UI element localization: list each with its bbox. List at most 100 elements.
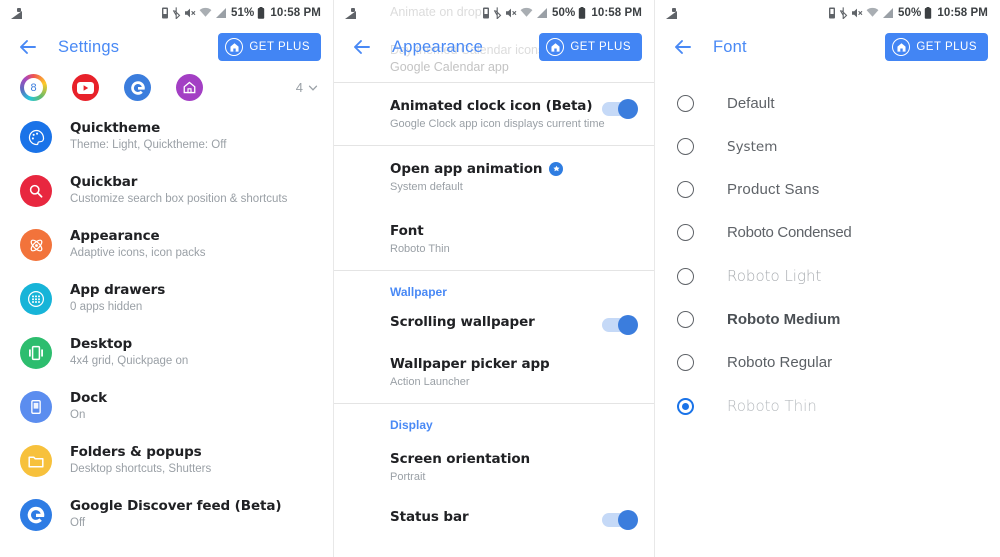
appearance-row-title: Scrolling wallpaper [390, 314, 535, 330]
animated-clock-toggle[interactable] [602, 99, 638, 119]
settings-row-google-discover-feed[interactable]: Google Discover feed (Beta) Off [0, 487, 333, 541]
settings-row-title: Dock [70, 390, 108, 406]
radio-button-icon[interactable] [677, 181, 694, 198]
radio-button-icon[interactable] [677, 311, 694, 328]
vibrate-icon [483, 7, 489, 19]
font-option-roboto-light[interactable]: Roboto Light [655, 254, 1000, 298]
radio-button-icon[interactable] [677, 267, 694, 285]
appearance-row-text: Font Roboto Thin [390, 223, 636, 255]
vibrate-icon [829, 7, 835, 19]
settings-row-dock[interactable]: Dock On [0, 379, 333, 433]
bluetooth-icon [493, 7, 502, 19]
settings-row-app-drawers[interactable]: App drawers 0 apps hidden [0, 271, 333, 325]
signal-icon [216, 8, 226, 18]
section-header-wallpaper: Wallpaper [390, 285, 447, 299]
settings-row-subtitle: Off [70, 517, 86, 529]
appearance-row-subtitle: Action Launcher [390, 376, 470, 388]
font-option-label: Default [727, 95, 775, 112]
font-option-roboto-thin[interactable]: Roboto Thin [655, 384, 1000, 428]
plus-feature-badge-icon [549, 162, 564, 176]
settings-row-quicktheme[interactable]: Quicktheme Theme: Light, Quicktheme: Off [0, 109, 333, 163]
search-icon [20, 175, 52, 207]
settings-list: Quicktheme Theme: Light, Quicktheme: Off… [0, 105, 333, 541]
font-option-label: Roboto Regular [727, 354, 833, 371]
status-bar-left [665, 7, 680, 20]
app-bar-settings: Settings GET PLUS [0, 26, 333, 68]
get-plus-button[interactable]: GET PLUS [885, 33, 988, 61]
notification-glyph-icon [665, 7, 680, 20]
font-option-label: Roboto Medium [727, 311, 841, 328]
signal-icon [883, 8, 893, 18]
font-option-default[interactable]: Default [655, 82, 1000, 125]
radio-button-icon[interactable] [677, 95, 694, 112]
google-icon[interactable] [124, 74, 151, 101]
appearance-row-text: Screen orientation Portrait [390, 451, 636, 483]
settings-row-folders-popups[interactable]: Folders & popups Desktop shortcuts, Shut… [0, 433, 333, 487]
appearance-row-animated-clock-icon[interactable]: Animated clock icon (Beta) Google Clock … [334, 83, 654, 145]
font-option-roboto-medium[interactable]: Roboto Medium [655, 298, 1000, 341]
settings-row-subtitle: Desktop shortcuts, Shutters [70, 463, 212, 475]
status-bar-toggle[interactable] [602, 510, 638, 530]
appearance-row-screen-orientation[interactable]: Screen orientation Portrait [334, 436, 654, 498]
folder-icon [20, 445, 52, 477]
appearance-row-wallpaper-picker-app[interactable]: Wallpaper picker app Action Launcher [334, 341, 654, 403]
appearance-row-subtitle: Portrait [390, 471, 426, 483]
font-option-label: Roboto Thin [727, 397, 817, 415]
appearance-row-text: Animated clock icon (Beta) Google Clock … [390, 98, 605, 130]
font-option-roboto-condensed[interactable]: Roboto Condensed [655, 211, 1000, 254]
get-plus-label: GET PLUS [570, 41, 631, 53]
battery-percent: 51% [231, 7, 255, 19]
font-option-system[interactable]: System [655, 125, 1000, 168]
mute-icon [185, 8, 196, 18]
appearance-row-subtitle: Roboto Thin [390, 243, 450, 255]
settings-row-desktop[interactable]: Desktop 4x4 grid, Quickpage on [0, 325, 333, 379]
back-arrow-icon[interactable] [16, 35, 40, 59]
font-option-product-sans[interactable]: Product Sans [655, 168, 1000, 211]
appearance-row-scrolling-wallpaper[interactable]: Scrolling wallpaper [334, 303, 654, 341]
radio-button-selected-icon[interactable] [677, 397, 694, 415]
appearance-row-title: Open app animation [390, 161, 543, 177]
page-count-value: 4 [295, 80, 303, 95]
page-title: Appearance [392, 37, 483, 56]
atom-icon [20, 229, 52, 261]
battery-icon [925, 7, 932, 19]
status-bar-left [344, 7, 359, 20]
get-plus-button[interactable]: GET PLUS [218, 33, 321, 61]
back-arrow-icon[interactable] [350, 35, 374, 59]
notification-glyph-icon [10, 7, 25, 20]
icon-badge-label: 8 [30, 81, 37, 94]
settings-row-text: Google Discover feed (Beta) Off [70, 496, 282, 529]
home-circle-icon [892, 38, 911, 56]
battery-icon [258, 7, 265, 19]
home-purple-icon[interactable] [176, 74, 203, 101]
youtube-icon[interactable] [72, 74, 99, 101]
status-bar-left [10, 7, 25, 20]
wifi-icon [199, 7, 212, 17]
font-option-label: Roboto Condensed [727, 224, 852, 241]
scrolling-wallpaper-toggle[interactable] [602, 315, 638, 335]
radio-button-icon[interactable] [677, 354, 694, 371]
section-header-display: Display [390, 418, 433, 432]
appearance-row-title: Wallpaper picker app [390, 356, 550, 372]
radio-button-icon[interactable] [677, 138, 694, 155]
app-bar-appearance: Appearance GET PLUS [334, 26, 654, 68]
font-option-roboto-regular[interactable]: Roboto Regular [655, 341, 1000, 384]
panel-settings: 51% 10:58 PM Settings GET PLUS 8 4 Quick… [0, 0, 333, 557]
settings-row-appearance[interactable]: Appearance Adaptive icons, icon packs [0, 217, 333, 271]
settings-row-subtitle: Adaptive icons, icon packs [70, 247, 206, 259]
settings-row-subtitle: Theme: Light, Quicktheme: Off [70, 139, 227, 151]
rainbow-ring-8-icon[interactable]: 8 [20, 74, 47, 101]
page-count-dropdown[interactable]: 4 [296, 80, 319, 95]
appearance-row-subtitle: Google Clock app icon displays current t… [390, 118, 605, 130]
mute-icon [506, 8, 517, 18]
back-arrow-icon[interactable] [671, 35, 695, 59]
radio-button-icon[interactable] [677, 224, 694, 241]
status-bar-clock: 10:58 PM [591, 7, 642, 19]
get-plus-button[interactable]: GET PLUS [539, 33, 642, 61]
settings-row-quickbar[interactable]: Quickbar Customize search box position &… [0, 163, 333, 217]
appearance-row-open-app-animation[interactable]: Open app animation System default [334, 146, 654, 208]
home-circle-icon [546, 38, 565, 56]
google-g-icon [20, 499, 52, 531]
appearance-row-status-bar[interactable]: Status bar [334, 498, 654, 536]
appearance-row-font[interactable]: Font Roboto Thin [334, 208, 654, 270]
